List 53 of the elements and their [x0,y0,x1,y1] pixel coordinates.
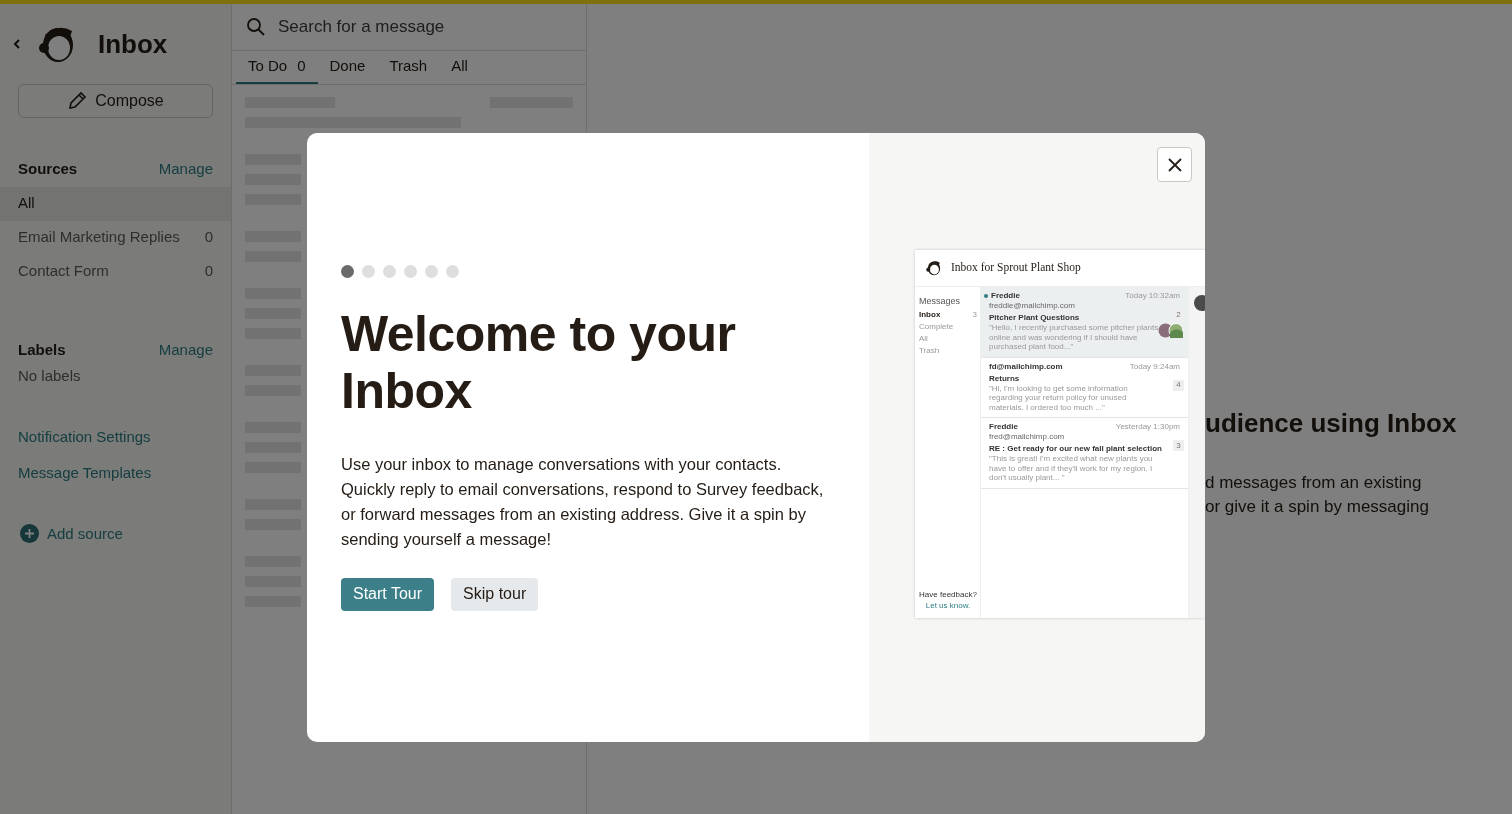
settings-link[interactable]: Message Templates [18,462,152,485]
close-button[interactable] [1157,147,1192,182]
message-subject: Returns [989,373,1020,384]
source-item[interactable]: Contact Form 0 [0,254,231,289]
modal-description: Use your inbox to manage conversations with your contacts. Quickly reply to email conversations, respond to Survey feedback, or forward messages from an existing address. Give it a spin by sending yourself a message! [341,453,825,550]
filter-tab[interactable]: To Do 0 [236,51,318,84]
sender-name: Freddie [991,291,1020,301]
feedback-text: Have feedback? [919,590,977,600]
logo-icon [925,259,943,277]
preview-nav-item[interactable]: All [919,332,977,345]
manage-link[interactable]: Manage [158,158,213,181]
preview-nav-item[interactable]: Inbox 3 [919,308,977,321]
filter-tab[interactable]: Done [317,51,378,84]
sender-name: Freddie [989,422,1018,432]
sender-email: freddie@mailchimp.com [989,301,1076,311]
skip-tour-button[interactable]: Skip tour [451,577,539,611]
filter-tab[interactable]: Trash [377,51,440,84]
page-title: Inbox [98,27,168,61]
plus-icon [20,524,39,544]
main-body-text: d messages from an existing [1205,472,1423,494]
main-heading: udience using Inbox [1205,407,1458,440]
add-source-button[interactable]: Add source [20,522,123,545]
main-body-text: or give it a spin by messaging [1205,496,1430,518]
sender-email: fred@mailchimp.com [989,432,1066,442]
section-heading: Labels [18,339,66,360]
settings-link[interactable]: Notification Settings [18,425,151,448]
message-subject: RE : Get ready for our new fall plant selection [989,444,1162,454]
message-time: Today 9:24am [1129,361,1180,372]
start-tour-button[interactable]: Start Tour [341,577,435,611]
count-badge: 3 [1173,440,1184,451]
preview-nav-item[interactable]: Trash [919,344,977,357]
section-heading: Sources [18,159,78,179]
empty-labels-text: No labels [17,366,82,386]
pencil-icon [67,91,88,111]
search-icon [246,17,266,37]
message-time: Yesterday 1:30pm [1115,422,1180,432]
search-field[interactable]: Search for a message [278,14,586,40]
count-badge: 4 [1173,379,1184,391]
count-badge: 2 [1173,309,1184,320]
preview-nav-heading: Messages [919,295,962,308]
preview-nav-item[interactable]: Complete [919,320,977,333]
back-chevron-icon[interactable] [12,38,22,50]
source-item[interactable]: All [0,186,231,221]
close-icon [1167,157,1182,172]
compose-button[interactable]: Compose [18,84,213,118]
manage-link[interactable]: Manage [158,338,213,361]
filter-tab[interactable]: All [439,51,480,84]
modal-title: Welcome to your Inbox [341,305,737,420]
preview-title: Inbox for Sprout Plant Shop [951,260,1081,276]
feedback-link[interactable]: Let us know. [919,600,977,612]
message-subject: Pitcher Plant Questions [989,313,1080,323]
sender-name: fd@mailchimp.com [989,361,1063,372]
message-time: Today 10:32am [1125,291,1180,301]
